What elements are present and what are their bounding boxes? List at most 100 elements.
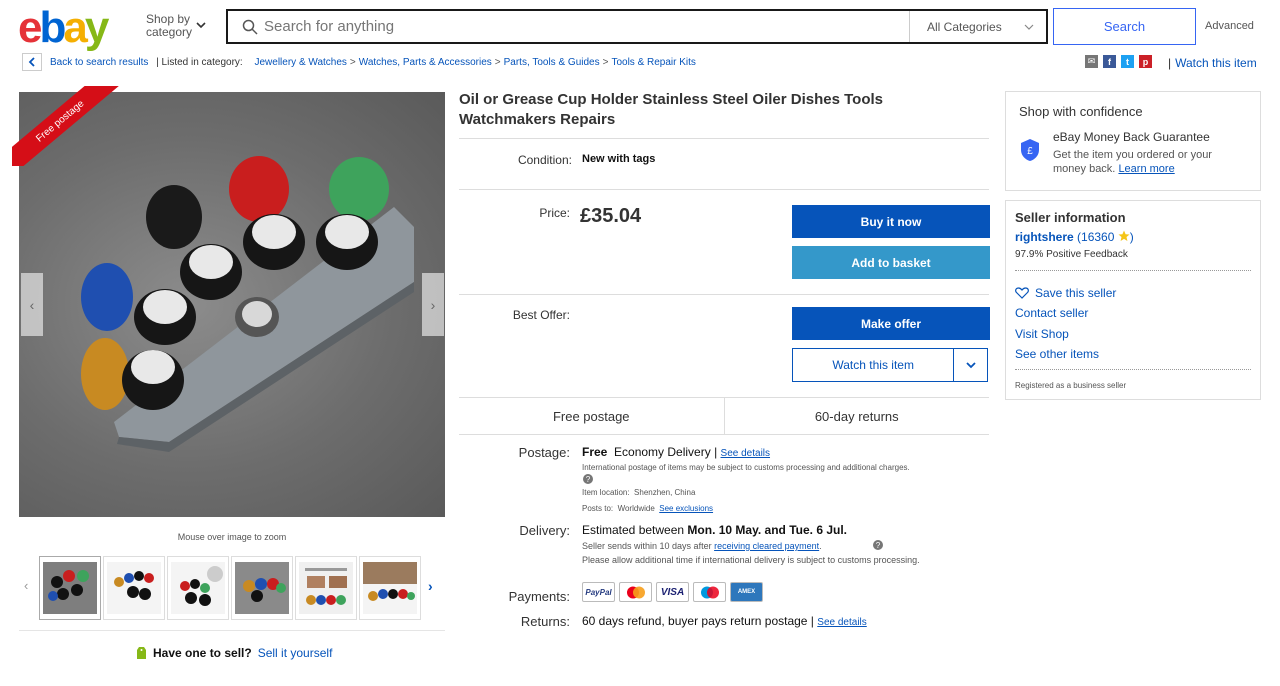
thumbnail[interactable] — [295, 556, 357, 620]
feedback-score-link[interactable]: 16360 — [1081, 230, 1114, 244]
seller-heading: Seller information — [1015, 210, 1126, 225]
watch-item-button[interactable]: Watch this item — [792, 348, 988, 382]
postage-value: Free Economy Delivery | See details — [582, 445, 770, 459]
save-seller-link[interactable]: Save this seller — [1035, 286, 1116, 300]
paypal-icon: PayPal — [582, 582, 615, 602]
postage-label: Postage: — [518, 445, 570, 460]
thumbnail[interactable] — [359, 556, 421, 620]
back-button[interactable] — [22, 53, 42, 71]
price-tag-icon — [137, 647, 146, 659]
free-postage-ribbon: Free postage — [12, 86, 122, 166]
divider — [19, 630, 445, 631]
make-offer-button[interactable]: Make offer — [792, 307, 990, 340]
share-icons: ✉ f t p — [1085, 55, 1152, 68]
payment-icons: PayPal VISA AMEX — [582, 582, 763, 602]
seller-name-link[interactable]: rightshere — [1015, 230, 1074, 244]
cleared-payment-link[interactable]: receiving cleared payment — [714, 541, 819, 551]
image-prev-button[interactable]: ‹ — [21, 273, 43, 336]
breadcrumb-item[interactable]: Jewellery & Watches — [254, 57, 346, 68]
sell-prompt: Have one to sell? Sell it yourself — [136, 646, 332, 660]
watch-dropdown[interactable] — [953, 349, 987, 381]
sell-it-yourself-link[interactable]: Sell it yourself — [258, 646, 333, 660]
visit-shop-link[interactable]: Visit Shop — [1015, 327, 1069, 341]
chevron-left-icon — [28, 57, 35, 67]
shop-by-category[interactable]: Shop by category — [146, 13, 192, 39]
breadcrumb-item[interactable]: Watches, Parts & Accessories — [359, 57, 492, 68]
postage-free: Free — [582, 445, 608, 459]
search-icon — [242, 19, 258, 35]
maestro-icon — [693, 582, 726, 602]
twitter-icon[interactable]: t — [1121, 55, 1134, 68]
confidence-heading: Shop with confidence — [1019, 104, 1143, 119]
seller-information-box: Seller information rightshere (16360 ) 9… — [1005, 200, 1261, 400]
svg-text:£: £ — [1027, 146, 1033, 157]
breadcrumb-item[interactable]: Parts, Tools & Guides — [504, 57, 600, 68]
email-icon[interactable]: ✉ — [1085, 55, 1098, 68]
shield-icon: £ — [1021, 139, 1039, 161]
contact-seller-link[interactable]: Contact seller — [1015, 306, 1088, 320]
image-next-button[interactable]: › — [422, 273, 444, 336]
watch-item-link[interactable]: Watch this item — [1175, 56, 1257, 70]
sell-prompt-text: Have one to sell? — [153, 646, 252, 660]
search-input[interactable] — [264, 18, 904, 35]
add-to-basket-button[interactable]: Add to basket — [792, 246, 990, 279]
thumbnail[interactable] — [231, 556, 293, 620]
watch-item-top: | Watch this item — [1168, 56, 1257, 70]
svg-text:?: ? — [586, 475, 591, 484]
item-location: Item location: Shenzhen, China — [582, 488, 696, 497]
breadcrumb: Back to search results | Listed in categ… — [50, 57, 696, 68]
seller-sends: Seller sends within 10 days after receiv… — [582, 541, 822, 551]
postage-method: Economy Delivery | — [614, 445, 718, 459]
category-select[interactable]: All Categories — [909, 11, 1046, 42]
see-other-items-link[interactable]: See other items — [1015, 347, 1099, 361]
advanced-search-link[interactable]: Advanced — [1205, 20, 1254, 32]
thumbnail[interactable] — [167, 556, 229, 620]
back-to-search-link[interactable]: Back to search results — [50, 57, 148, 68]
ribbon-label: Free postage — [12, 86, 121, 166]
pinterest-icon[interactable]: p — [1139, 55, 1152, 68]
search-button[interactable]: Search — [1053, 8, 1196, 45]
returns-label: Returns: — [520, 614, 570, 629]
chevron-down-icon[interactable] — [195, 19, 207, 31]
thumbnail-prev-icon[interactable]: ‹ — [24, 578, 28, 593]
shop-with-confidence-box: Shop with confidence £ eBay Money Back G… — [1005, 91, 1261, 191]
listed-in-label: | Listed in category: — [156, 57, 243, 68]
help-icon[interactable]: ? — [583, 474, 593, 484]
divider — [459, 138, 989, 139]
delivery-estimate: Estimated between Mon. 10 May. and Tue. … — [582, 523, 847, 537]
returns-see-details-link[interactable]: See details — [817, 617, 866, 628]
delivery-label: Delivery: — [519, 523, 570, 538]
mastercard-icon — [619, 582, 652, 602]
price-value: £35.04 — [580, 205, 642, 227]
learn-more-link[interactable]: Learn more — [1118, 163, 1174, 175]
thumbnail-next-icon[interactable]: › — [428, 578, 433, 594]
visa-icon: VISA — [656, 582, 689, 602]
save-seller-row[interactable]: Save this seller — [1015, 286, 1116, 300]
svg-text:?: ? — [876, 541, 881, 550]
best-offer-label: Best Offer: — [512, 308, 570, 322]
breadcrumb-item[interactable]: Tools & Repair Kits — [611, 57, 695, 68]
thumbnail[interactable] — [103, 556, 165, 620]
zoom-caption: Mouse over image to zoom — [177, 532, 287, 542]
divider — [1015, 270, 1251, 271]
help-icon[interactable]: ? — [873, 540, 883, 550]
postage-see-details-link[interactable]: See details — [721, 448, 770, 459]
facebook-icon[interactable]: f — [1103, 55, 1116, 68]
ebay-logo[interactable]: ebay — [18, 6, 109, 50]
amex-icon: AMEX — [730, 582, 763, 602]
see-exclusions-link[interactable]: See exclusions — [659, 504, 713, 513]
positive-feedback: 97.9% Positive Feedback — [1015, 249, 1128, 260]
category-select-label: All Categories — [927, 19, 1002, 34]
condition-label: Condition: — [517, 153, 572, 167]
registered-business: Registered as a business seller — [1015, 381, 1127, 390]
buy-it-now-button[interactable]: Buy it now — [792, 205, 990, 238]
posts-to: Posts to: Worldwide See exclusions — [582, 504, 714, 513]
star-icon — [1118, 230, 1130, 241]
returns-feature: 60-day returns — [814, 408, 899, 424]
heart-icon — [1015, 287, 1029, 299]
watch-item-label: Watch this item — [832, 358, 914, 372]
chevron-right-icon: › — [430, 296, 436, 313]
thumbnail-strip — [39, 556, 421, 620]
thumbnail[interactable] — [39, 556, 101, 620]
delivery-note: Please allow additional time if internat… — [582, 555, 920, 565]
